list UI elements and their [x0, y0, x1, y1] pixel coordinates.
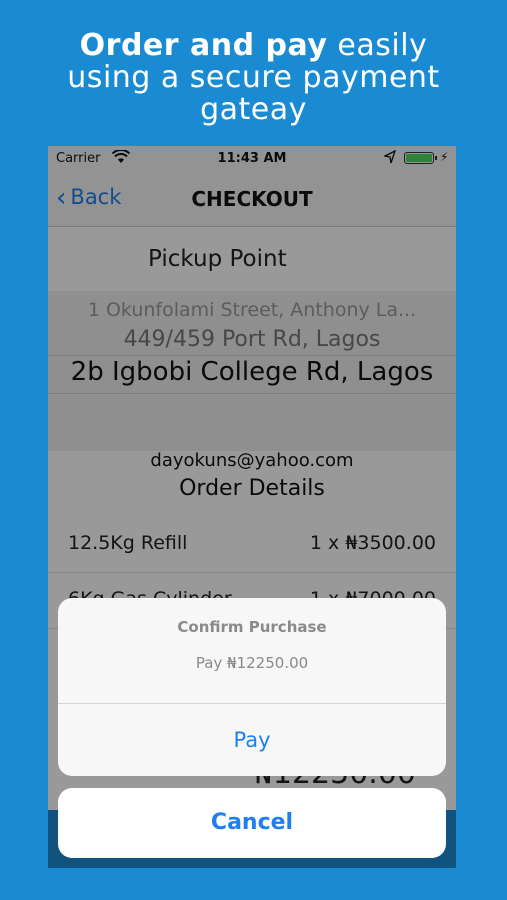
- cancel-button[interactable]: Cancel: [58, 788, 446, 858]
- alert-title: Confirm Purchase: [177, 618, 327, 636]
- confirm-purchase-alert: Confirm Purchase Pay ₦12250.00 Pay: [58, 598, 446, 776]
- promo-headline: Order and pay easily using a secure paym…: [0, 30, 507, 126]
- alert-message: Pay ₦12250.00: [195, 654, 309, 672]
- headline-line-3: gateay: [200, 92, 307, 127]
- headline-bold: Order and pay: [79, 28, 328, 63]
- pay-button[interactable]: Pay: [58, 704, 446, 776]
- headline-line-2: using a secure payment: [67, 60, 440, 95]
- headline-rest: easily: [327, 28, 428, 63]
- headline-line-1: Order and pay easily: [0, 30, 507, 62]
